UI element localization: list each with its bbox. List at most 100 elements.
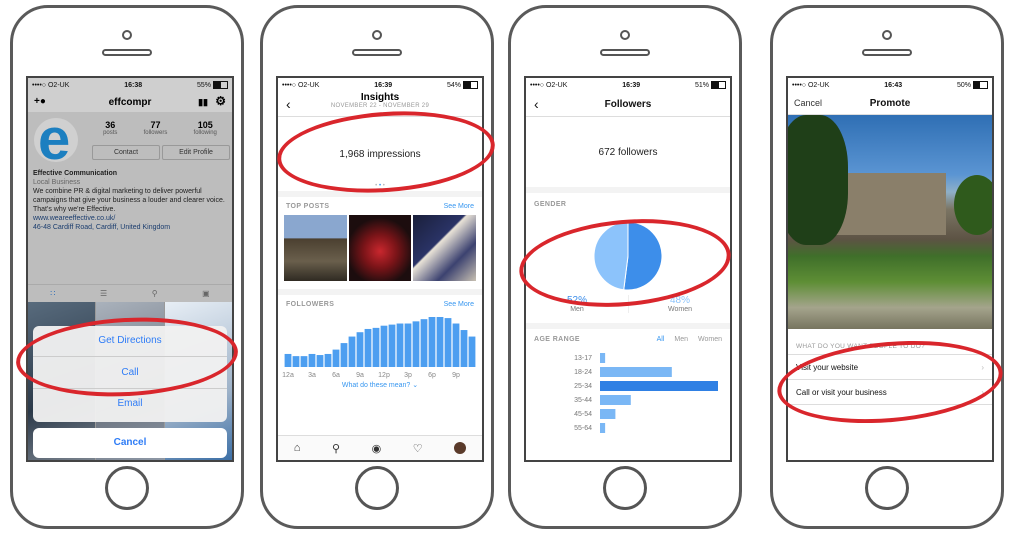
home-button[interactable] (603, 466, 647, 510)
clock: 16:39 (374, 81, 393, 89)
hour-bar (412, 321, 420, 367)
settings-gear-icon[interactable]: ⚙ (215, 94, 226, 108)
hour-bar (356, 332, 364, 367)
post-thumb[interactable] (413, 215, 477, 281)
see-more-link[interactable]: See More (444, 301, 474, 308)
username: effcompr (108, 96, 152, 108)
hour-bar (284, 353, 292, 367)
stat-value: 105 (197, 120, 213, 130)
hour-bar (364, 328, 372, 367)
cancel-button[interactable]: Cancel (33, 428, 227, 458)
hour-bar (396, 323, 404, 367)
women-label: Women (668, 306, 692, 313)
stat-posts[interactable]: 36 posts (103, 120, 117, 136)
search-icon[interactable]: ⚲ (332, 442, 340, 455)
followers-hourly-chart: 12a 3a 6a 9a 12p 3p 6p 9p (282, 317, 476, 379)
hour-bar (436, 317, 444, 367)
edit-profile-button[interactable]: Edit Profile (162, 145, 230, 160)
battery-icon (462, 81, 478, 89)
page-title: Followers (604, 98, 652, 110)
tagged-icon[interactable]: ▣ (202, 289, 210, 298)
age-filter-all[interactable]: All (657, 336, 665, 343)
age-filter-women[interactable]: Women (698, 336, 722, 343)
tree-shape (954, 175, 992, 235)
list-icon[interactable]: ☰ (100, 289, 107, 298)
camera (372, 30, 382, 40)
location-pin-icon[interactable]: ⚲ (152, 289, 158, 298)
home-icon[interactable]: ⌂ (294, 442, 301, 454)
home-button[interactable] (865, 466, 909, 510)
contact-button[interactable]: Contact (92, 145, 160, 160)
camera (620, 30, 630, 40)
heart-icon[interactable]: ♡ (413, 442, 423, 455)
what-do-these-mean-link[interactable]: What do these mean? ⌄ (278, 381, 482, 389)
clock: 16:38 (124, 81, 143, 89)
status-bar: ••••○ O2-UK 16:39 51% (526, 78, 730, 92)
stat-value: 36 (105, 120, 116, 130)
back-chevron-icon[interactable]: ‹ (534, 96, 539, 112)
hour-bar (468, 336, 476, 367)
grid-icon[interactable]: ∷ (50, 289, 55, 298)
home-button[interactable] (105, 466, 149, 510)
insights-icon[interactable]: ▮▮ (198, 97, 208, 108)
battery-percent: 51% (694, 81, 709, 89)
battery-percent: 55% (196, 81, 211, 89)
avatar[interactable]: e (34, 118, 78, 162)
bio-category: Local Business (33, 179, 81, 186)
stat-label: posts (103, 130, 118, 136)
hour-tick-label: 6a (332, 372, 340, 379)
speaker (862, 49, 912, 56)
age-filter-men[interactable]: Men (674, 336, 688, 343)
followers-header: FOLLOWERS See More (278, 295, 482, 313)
battery-icon (710, 81, 726, 89)
age-label: 25-34 (574, 383, 592, 390)
age-range-chart: 13-17 18-24 25-34 35-44 45-54 55-64 (574, 353, 718, 433)
tree-shape (788, 115, 848, 245)
profile-stats: 36 posts 77 followers 105 following (90, 120, 230, 136)
battery-icon (972, 81, 988, 89)
stat-label: following (193, 130, 217, 136)
section-label: FOLLOWERS (286, 300, 335, 308)
battery-percent: 54% (446, 81, 461, 89)
hour-bar (388, 324, 396, 367)
hour-bar (316, 355, 324, 367)
stat-following[interactable]: 105 following (194, 120, 217, 136)
stat-followers[interactable]: 77 followers (144, 120, 168, 136)
hour-bar (452, 323, 460, 367)
hour-bar (420, 319, 428, 367)
hour-tick-label: 12p (378, 372, 390, 379)
bio-address-link[interactable]: 46-48 Cardiff Road, Cardiff, United King… (33, 223, 231, 232)
hour-tick-label: 3p (404, 372, 412, 379)
back-chevron-icon[interactable]: ‹ (286, 96, 291, 112)
hour-bar (444, 318, 452, 367)
age-label: 35-44 (574, 397, 592, 404)
bio-text: We combine PR & digital marketing to del… (33, 188, 225, 213)
post-thumb[interactable] (284, 215, 347, 281)
bio-name: Effective Communication (33, 170, 118, 177)
section-label: AGE RANGE (534, 335, 580, 343)
age-label: 55-64 (574, 425, 592, 432)
hour-bar (340, 343, 348, 367)
carrier: ••••○ O2-UK (792, 81, 830, 89)
see-more-link[interactable]: See More (444, 203, 474, 210)
date-range: NOVEMBER 22 - NOVEMBER 29 (330, 103, 430, 109)
camera (882, 30, 892, 40)
home-button[interactable] (355, 466, 399, 510)
carrier: ••••○ O2-UK (32, 81, 70, 89)
camera-icon[interactable]: ◉ (372, 442, 382, 455)
avatar-logo: e (38, 118, 71, 162)
cancel-link[interactable]: Cancel (794, 98, 822, 108)
top-posts-header: TOP POSTS See More (278, 197, 482, 215)
followers-nav: ‹ Followers (526, 92, 730, 117)
men-label: Men (570, 306, 584, 313)
followers-count-card: 672 followers (526, 117, 730, 193)
hour-bar (404, 323, 412, 367)
section-label: GENDER (534, 201, 567, 208)
add-user-icon[interactable]: +● (34, 96, 46, 107)
phone-followers: ••••○ O2-UK 16:39 51% ‹ Followers 672 fo… (508, 5, 742, 529)
carrier: ••••○ O2-UK (530, 81, 568, 89)
phone-profile: ••••○ O2-UK 16:38 55% +● effcompr ▮▮ ⚙ e… (10, 5, 244, 529)
bio-website-link[interactable]: www.weareeffective.co.uk/ (33, 214, 231, 223)
profile-avatar-icon[interactable] (454, 442, 467, 454)
post-thumb[interactable] (348, 215, 412, 281)
